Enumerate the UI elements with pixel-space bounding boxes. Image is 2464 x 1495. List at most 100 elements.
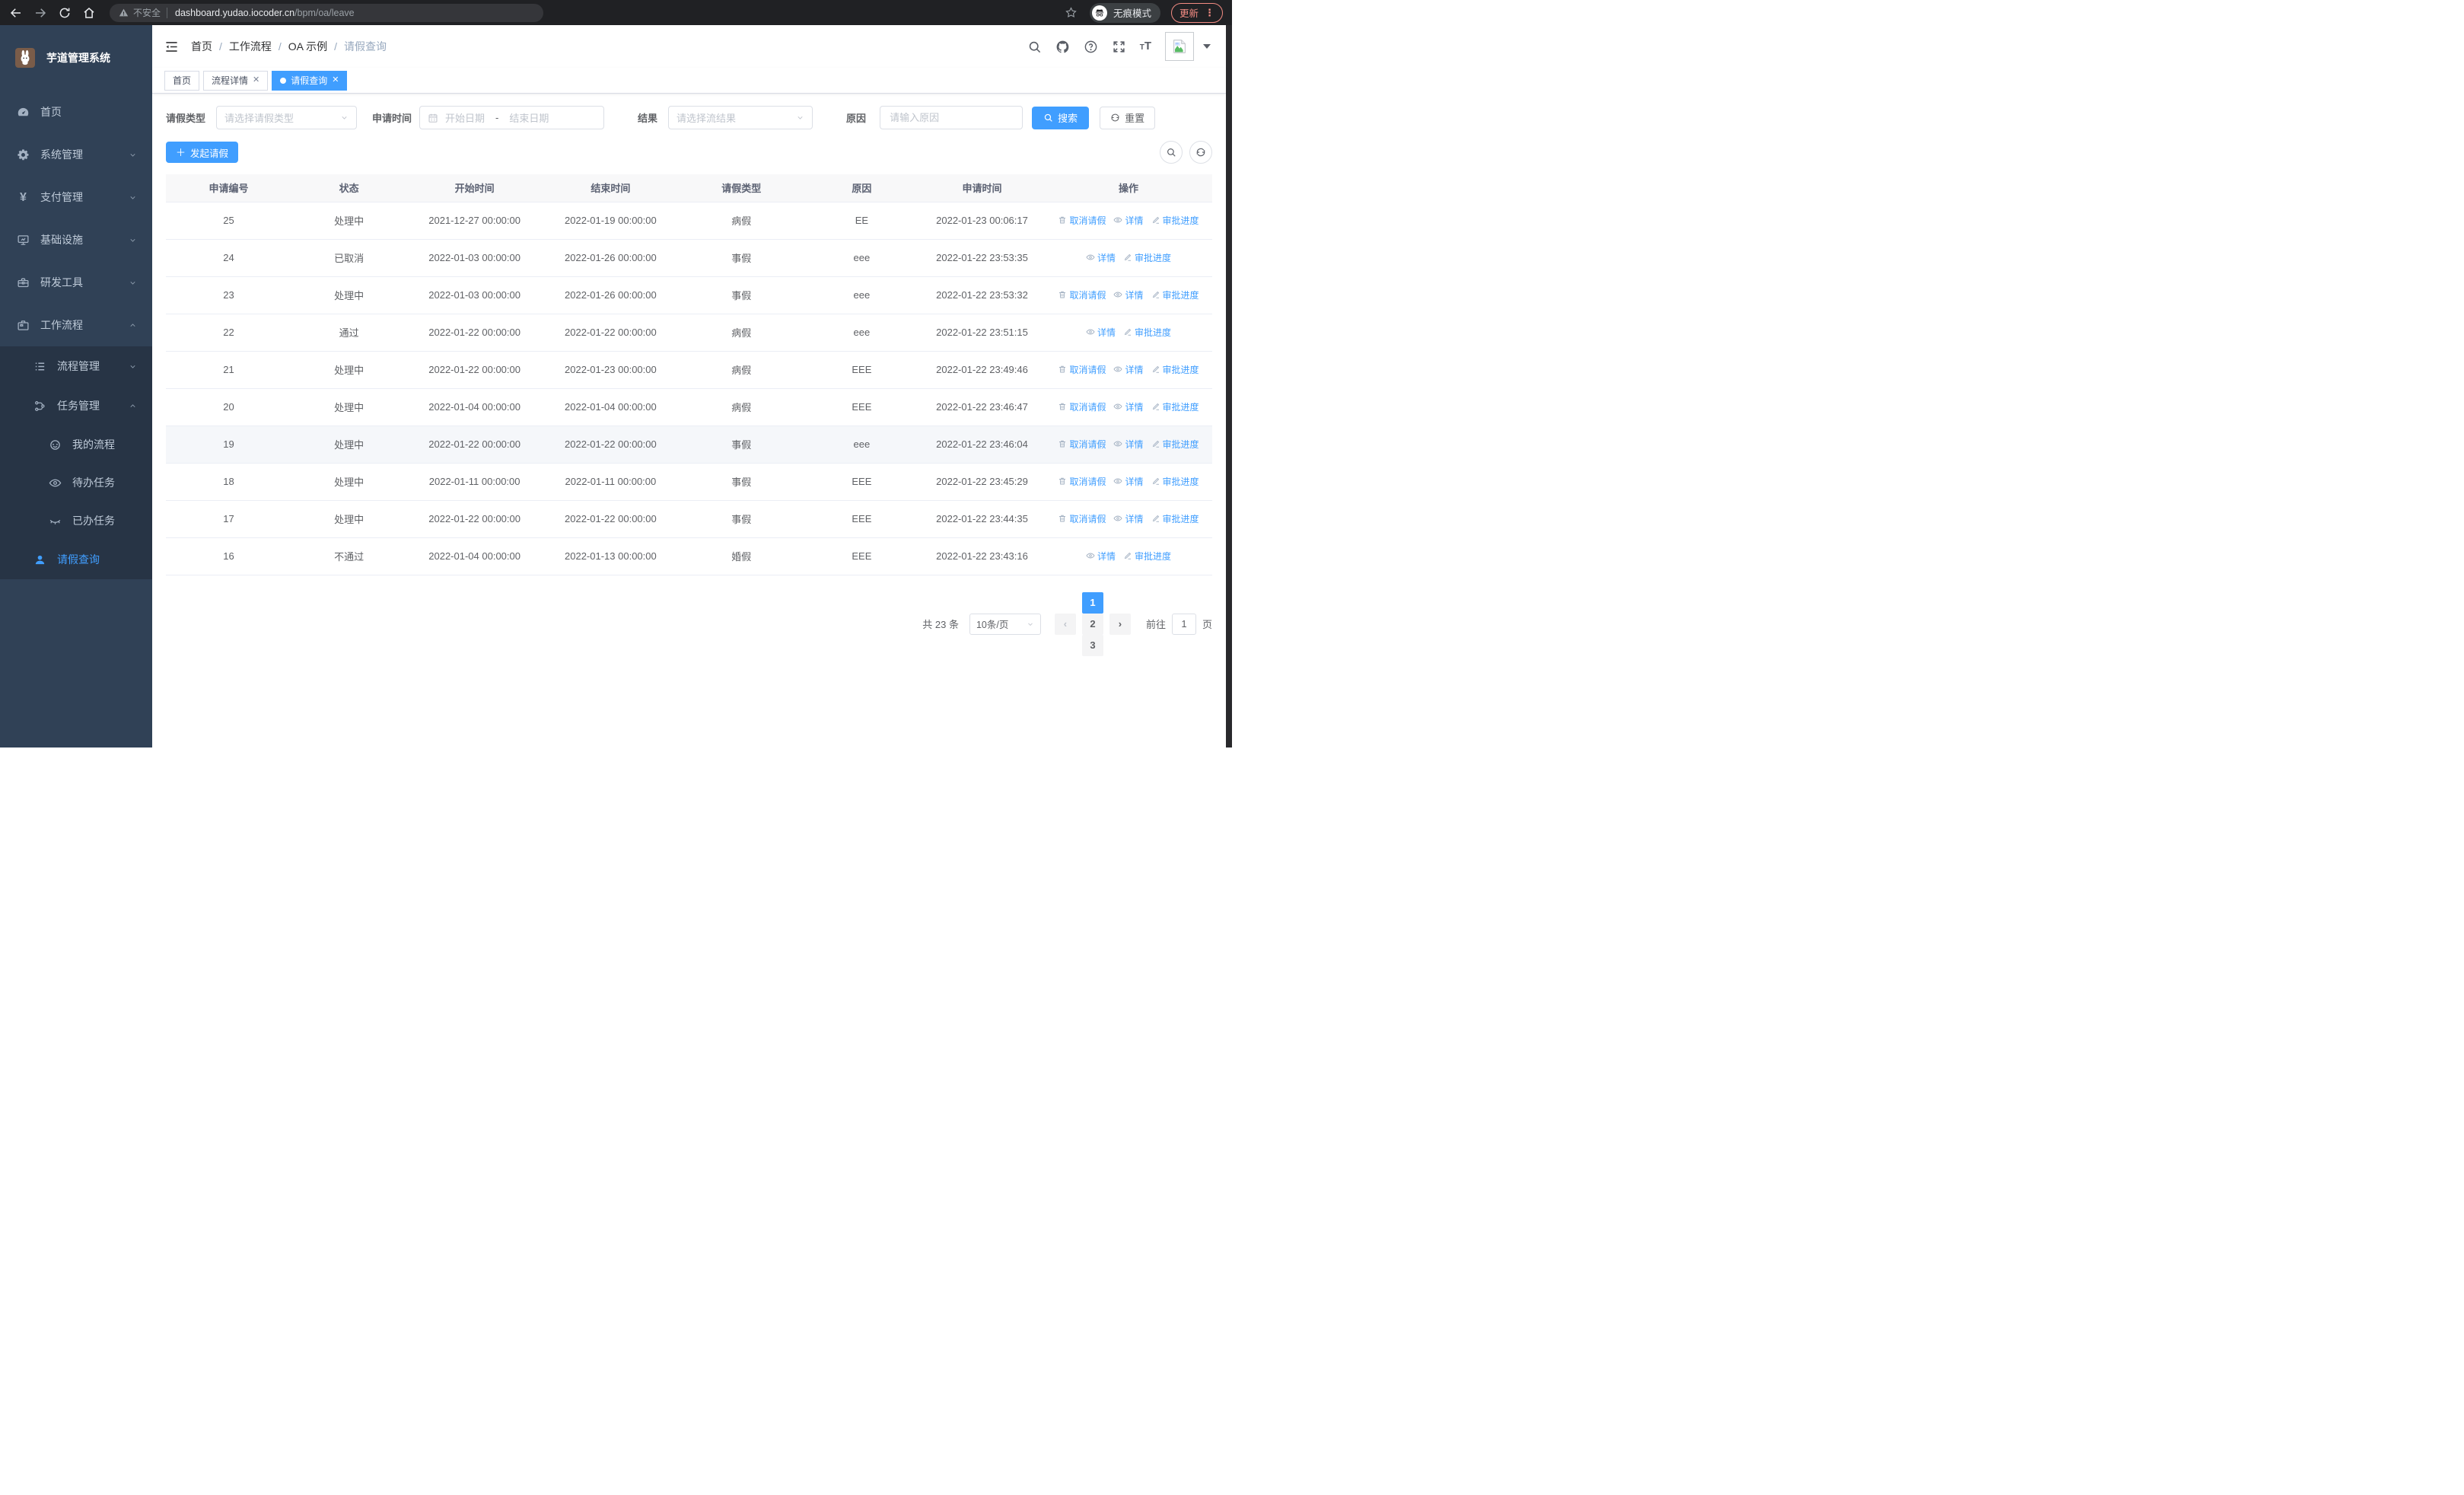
breadcrumb-item[interactable]: 工作流程 <box>229 39 272 54</box>
briefcase-icon <box>17 319 30 332</box>
sidebar-menu: 首页系统管理 ¥ 支付管理 基础设施研发工具工作流程 流程管理 任务管理 我的流程 待办任务已… <box>0 91 152 579</box>
cell-id: 22 <box>166 314 291 352</box>
detail-link[interactable]: 详情 <box>1086 550 1116 563</box>
back-icon[interactable] <box>9 6 23 20</box>
detail-link[interactable]: 详情 <box>1113 400 1144 413</box>
forward-icon[interactable] <box>33 6 47 20</box>
cancel-leave-link[interactable]: 取消请假 <box>1058 475 1106 488</box>
approval-progress-link[interactable]: 审批进度 <box>1151 288 1199 301</box>
page-button-2[interactable]: 2 <box>1081 613 1103 635</box>
approval-progress-link[interactable]: 审批进度 <box>1151 438 1199 451</box>
avatar-caret-icon[interactable] <box>1203 44 1211 49</box>
approval-progress-link[interactable]: 审批进度 <box>1151 512 1199 525</box>
sidebar-item-system[interactable]: 系统管理 <box>0 133 152 176</box>
sidebar-item-task-mgmt[interactable]: 任务管理 <box>0 386 152 426</box>
github-icon[interactable] <box>1055 40 1070 54</box>
help-icon[interactable] <box>1084 40 1098 54</box>
apply-time-range-picker[interactable]: 开始日期 - 结束日期 <box>419 106 605 129</box>
page-button-3[interactable]: 3 <box>1081 634 1103 656</box>
cancel-leave-link[interactable]: 取消请假 <box>1058 400 1106 413</box>
sidebar-item-done-tasks[interactable]: 已办任务 <box>0 502 152 540</box>
font-size-icon[interactable]: TT <box>1140 40 1151 53</box>
approval-progress-link[interactable]: 审批进度 <box>1123 251 1171 264</box>
detail-link[interactable]: 详情 <box>1113 475 1144 488</box>
app-logo-row[interactable]: 芋道管理系统 <box>0 25 152 91</box>
sidebar-item-process-mgmt[interactable]: 流程管理 <box>0 346 152 386</box>
sidebar-item-payment[interactable]: ¥ 支付管理 <box>0 176 152 218</box>
result-select[interactable]: 请选择流结果 <box>668 106 813 129</box>
reload-icon[interactable] <box>58 6 72 20</box>
main-area: 首页 / 工作流程 / OA 示例 / 请假查询 TT 首页 流程详情 ✕ 请假查询 ✕ 请假类型 … <box>152 25 1226 748</box>
page-button-1[interactable]: 1 <box>1081 591 1103 614</box>
sidebar-item-my-process[interactable]: 我的流程 <box>0 426 152 464</box>
avatar[interactable] <box>1165 32 1194 61</box>
pen-icon <box>1151 290 1160 299</box>
cell-type: 婚假 <box>678 537 804 575</box>
sidebar-item-workflow[interactable]: 工作流程 <box>0 304 152 346</box>
browser-menu-icon[interactable]: ⋮ <box>1205 8 1214 18</box>
detail-link[interactable]: 详情 <box>1086 251 1116 264</box>
leave-type-select[interactable]: 请选择请假类型 <box>216 106 358 129</box>
address-bar[interactable]: 不安全 dashboard.yudao.iocoder.cn /bpm/oa/l… <box>110 3 543 22</box>
search-button[interactable]: 搜索 <box>1032 106 1090 129</box>
sidebar-item-label: 系统管理 <box>40 148 83 161</box>
cancel-leave-link[interactable]: 取消请假 <box>1058 363 1106 376</box>
detail-link[interactable]: 详情 <box>1113 363 1144 376</box>
page-size-select[interactable]: 10条/页 <box>969 613 1041 635</box>
detail-link[interactable]: 详情 <box>1086 326 1116 339</box>
sidebar-item-leave-query[interactable]: 请假查询 <box>0 540 152 579</box>
breadcrumb: 首页 / 工作流程 / OA 示例 / 请假查询 <box>191 39 387 54</box>
bookmark-star-icon[interactable] <box>1065 6 1078 19</box>
create-leave-button[interactable]: ＋ 发起请假 <box>166 142 239 163</box>
home-icon[interactable] <box>82 6 96 20</box>
apply-time-label: 申请时间 <box>372 113 412 124</box>
tab-home[interactable]: 首页 <box>164 70 200 91</box>
tab-leave-query[interactable]: 请假查询 ✕ <box>272 70 348 91</box>
sidebar-item-home[interactable]: 首页 <box>0 91 152 133</box>
approval-progress-link[interactable]: 审批进度 <box>1151 214 1199 227</box>
approval-progress-link[interactable]: 审批进度 <box>1151 363 1199 376</box>
detail-link[interactable]: 详情 <box>1113 438 1144 451</box>
detail-link[interactable]: 详情 <box>1113 512 1144 525</box>
submenu-task-mgmt: 我的流程 待办任务 已办任务 <box>0 426 152 540</box>
sidebar-item-infrastructure[interactable]: 基础设施 <box>0 218 152 261</box>
cell-start: 2022-01-22 00:00:00 <box>406 426 543 464</box>
cancel-leave-link[interactable]: 取消请假 <box>1058 512 1106 525</box>
cell-operations: 详情 审批进度 <box>1045 239 1212 277</box>
detail-link[interactable]: 详情 <box>1113 214 1144 227</box>
tab-process-detail[interactable]: 流程详情 ✕ <box>203 70 269 91</box>
window-scrollbar-track[interactable] <box>1226 25 1232 748</box>
search-label: 搜索 <box>1058 113 1078 124</box>
refresh-table-button[interactable] <box>1189 141 1212 164</box>
close-icon[interactable]: ✕ <box>253 76 259 84</box>
reset-button[interactable]: 重置 <box>1100 106 1156 129</box>
breadcrumb-item[interactable]: OA 示例 <box>288 39 327 54</box>
approval-progress-link[interactable]: 审批进度 <box>1151 475 1199 488</box>
pagination: 共 23 条 10条/页 ‹ 123 › 前往 页 <box>166 591 1212 656</box>
cancel-leave-link[interactable]: 取消请假 <box>1058 288 1106 301</box>
sidebar-item-devtools[interactable]: 研发工具 <box>0 261 152 304</box>
sidebar-item-label: 研发工具 <box>40 276 83 288</box>
sidebar-item-todo-tasks[interactable]: 待办任务 <box>0 464 152 502</box>
fold-sidebar-icon[interactable] <box>164 40 179 54</box>
approval-progress-link[interactable]: 审批进度 <box>1151 400 1199 413</box>
breadcrumb-item[interactable]: 首页 <box>191 39 212 54</box>
search-icon[interactable] <box>1027 40 1042 54</box>
next-page-button[interactable]: › <box>1109 613 1131 635</box>
prev-page-button[interactable]: ‹ <box>1054 613 1076 635</box>
tab-label: 请假查询 <box>291 75 328 86</box>
goto-page-input[interactable] <box>1171 613 1196 635</box>
cancel-leave-link[interactable]: 取消请假 <box>1058 438 1106 451</box>
cell-id: 20 <box>166 388 291 426</box>
close-icon[interactable]: ✕ <box>332 76 339 84</box>
detail-link[interactable]: 详情 <box>1113 288 1144 301</box>
pen-icon <box>1151 365 1160 374</box>
reason-input[interactable] <box>880 106 1023 129</box>
browser-update-button[interactable]: 更新 ⋮ <box>1170 2 1223 23</box>
show-search-toggle-button[interactable] <box>1160 141 1183 164</box>
cancel-leave-link[interactable]: 取消请假 <box>1058 214 1106 227</box>
fullscreen-icon[interactable] <box>1112 40 1126 54</box>
approval-progress-link[interactable]: 审批进度 <box>1123 550 1171 563</box>
approval-progress-link[interactable]: 审批进度 <box>1123 326 1171 339</box>
security-label: 不安全 <box>133 8 161 18</box>
